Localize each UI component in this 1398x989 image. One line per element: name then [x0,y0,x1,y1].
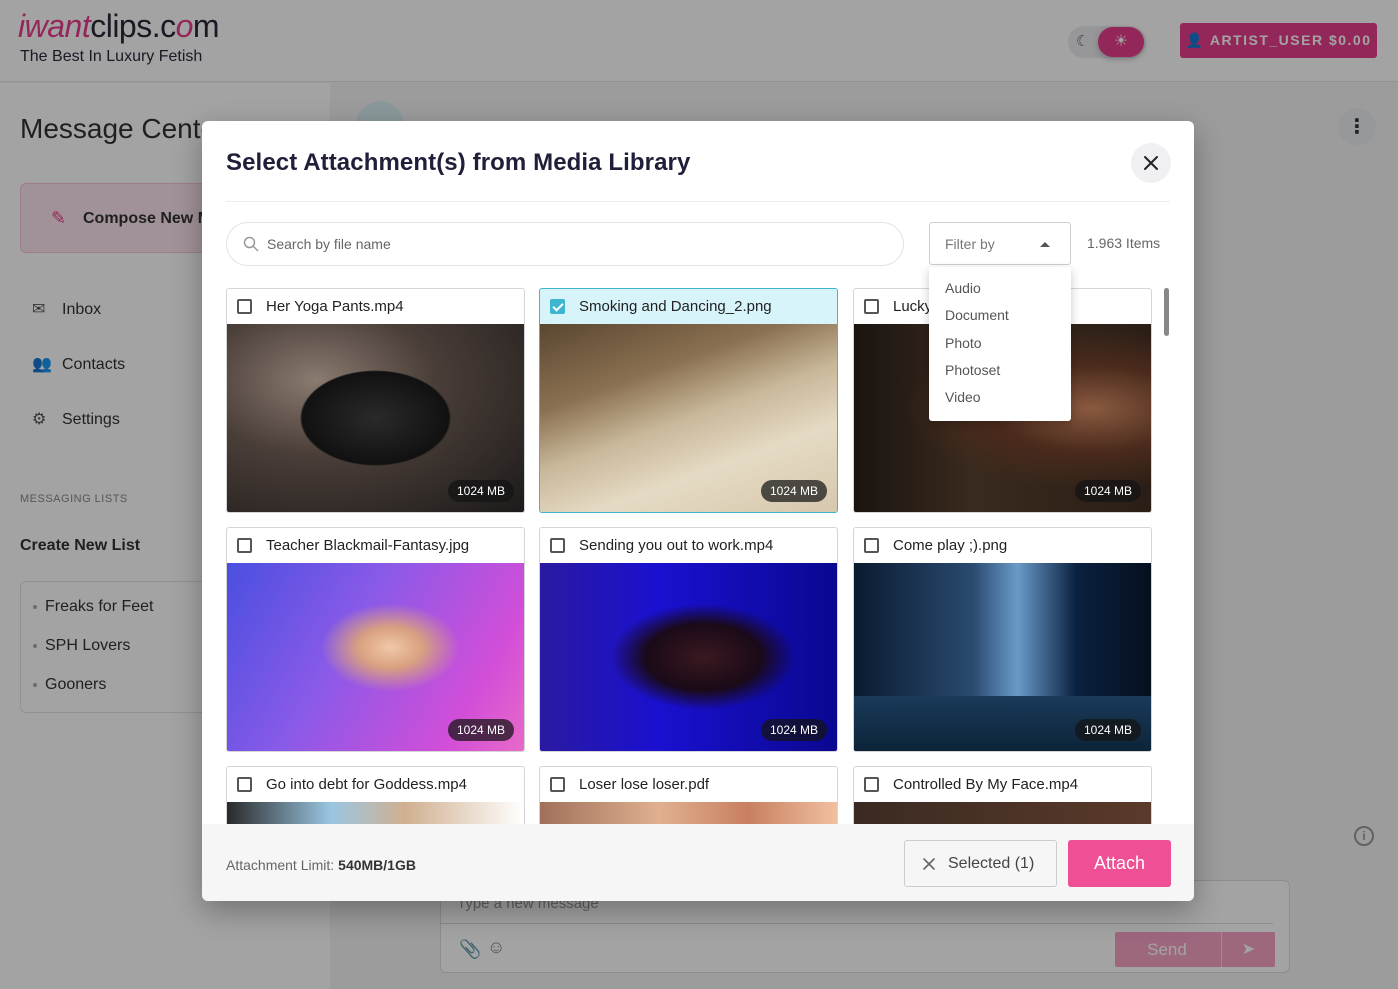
title-divider [226,201,1170,202]
media-card[interactable]: Teacher Blackmail-Fantasy.jpg 1024 MB [226,527,525,752]
media-thumbnail[interactable]: 1024 MB [854,563,1151,751]
search-input[interactable] [267,223,887,265]
media-library-modal: Select Attachment(s) from Media Library … [202,121,1194,901]
media-card[interactable]: Loser lose loser.pdf [539,766,838,824]
filter-option-photo[interactable]: Photo [929,330,1071,357]
media-card[interactable]: Come play ;).png 1024 MB [853,527,1152,752]
size-badge: 1024 MB [447,719,514,741]
close-button[interactable] [1131,143,1171,183]
media-card[interactable]: Sending you out to work.mp4 1024 MB [539,527,838,752]
close-icon [1144,156,1158,170]
modal-footer: Attachment Limit: 540MB/1GB Selected (1) … [202,824,1194,901]
filter-option-photoset[interactable]: Photoset [929,357,1071,384]
media-card[interactable]: Smoking and Dancing_2.png 1024 MB [539,288,838,513]
caret-up-icon [1040,242,1050,247]
media-thumbnail[interactable]: 1024 MB [227,324,524,512]
filter-option-document[interactable]: Document [929,302,1071,329]
media-card[interactable]: Her Yoga Pants.mp4 1024 MB [226,288,525,513]
media-card[interactable]: Go into debt for Goddess.mp4 [226,766,525,824]
size-badge: 1024 MB [1074,719,1141,741]
search-box [226,222,904,266]
media-thumbnail[interactable] [854,802,1151,824]
search-icon [243,236,259,252]
size-badge: 1024 MB [760,480,827,502]
filter-dropdown: Audio Document Photo Photoset Video [929,267,1071,421]
item-checkbox[interactable] [864,299,879,314]
item-checkbox[interactable] [237,299,252,314]
filter-option-video[interactable]: Video [929,384,1071,411]
item-checkbox[interactable] [237,538,252,553]
media-thumbnail[interactable]: 1024 MB [540,563,837,751]
item-checkbox[interactable] [237,777,252,792]
item-checkbox[interactable] [550,538,565,553]
attachment-limit-value: 540MB/1GB [338,857,416,873]
clear-selection-button[interactable]: Selected (1) [904,840,1057,887]
filter-select[interactable]: Filter by [929,222,1071,265]
attachment-limit: Attachment Limit: 540MB/1GB [226,857,416,873]
attach-button[interactable]: Attach [1068,840,1171,887]
size-badge: 1024 MB [1074,480,1141,502]
item-checkbox[interactable] [550,777,565,792]
item-count: 1.963 Items [1087,235,1161,251]
size-badge: 1024 MB [760,719,827,741]
close-icon [923,858,935,870]
scrollbar[interactable] [1164,288,1169,336]
modal-title: Select Attachment(s) from Media Library [226,149,691,176]
media-thumbnail[interactable] [227,802,524,824]
item-checkbox[interactable] [864,777,879,792]
size-badge: 1024 MB [447,480,514,502]
item-checkbox[interactable] [550,299,565,314]
media-card[interactable]: Controlled By My Face.mp4 [853,766,1152,824]
media-thumbnail[interactable]: 1024 MB [540,324,837,512]
filter-option-audio[interactable]: Audio [929,275,1071,302]
media-thumbnail[interactable] [540,802,837,824]
media-thumbnail[interactable]: 1024 MB [227,563,524,751]
item-checkbox[interactable] [864,538,879,553]
